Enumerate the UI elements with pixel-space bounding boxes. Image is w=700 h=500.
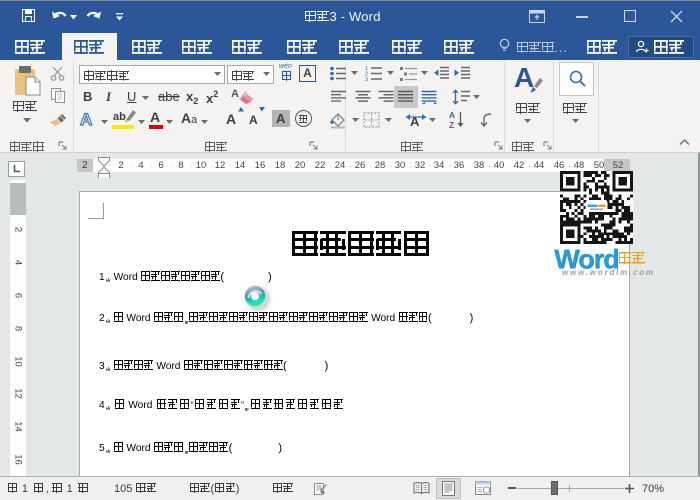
svg-text:Z: Z: [449, 120, 454, 129]
svg-text:3: 3: [365, 77, 368, 81]
svg-text:A: A: [410, 114, 420, 129]
svg-text:A: A: [449, 110, 455, 120]
